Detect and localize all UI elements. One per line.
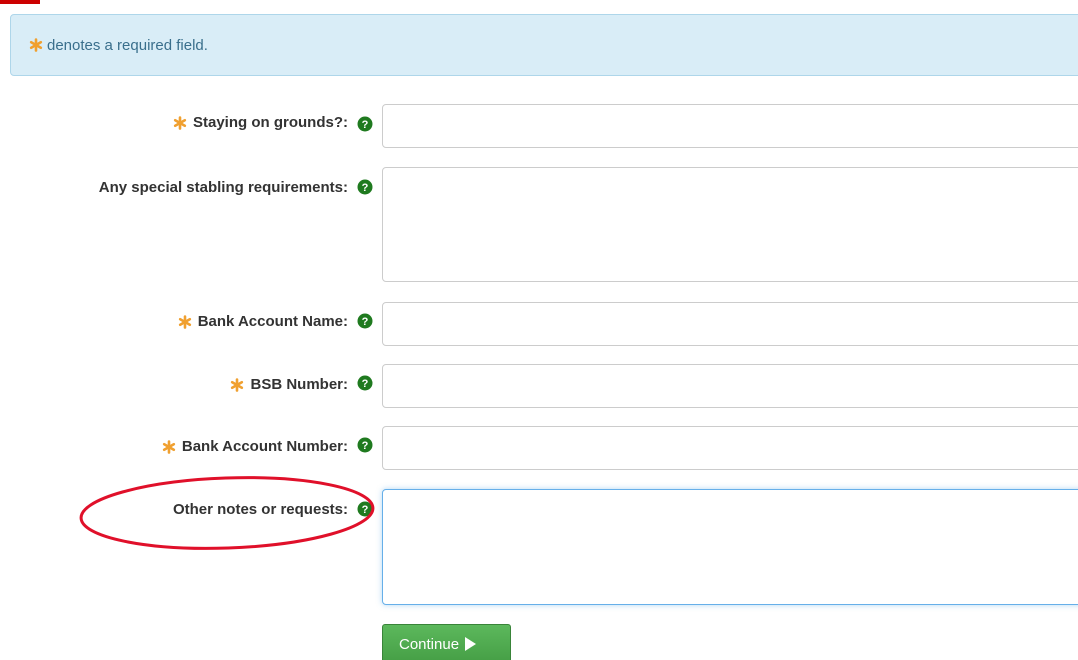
help-question-icon[interactable]: ? <box>357 313 373 329</box>
svg-text:?: ? <box>362 119 369 131</box>
svg-text:?: ? <box>362 378 369 390</box>
staying-on-grounds-label: Staying on grounds?: <box>173 114 348 131</box>
stabling-requirements-label: Any special stabling requirements: <box>99 179 348 196</box>
help-question-icon[interactable]: ? <box>357 179 373 195</box>
help-question-icon[interactable]: ? <box>357 437 373 453</box>
other-notes-label-text: Other notes or requests: <box>172 501 348 518</box>
required-asterisk-icon <box>162 439 175 454</box>
bank-account-number-input[interactable] <box>382 426 1078 470</box>
staying-on-grounds-input[interactable] <box>382 104 1078 148</box>
other-notes-label: Other notes or requests: <box>173 501 348 518</box>
required-asterisk-icon <box>173 115 187 130</box>
bank-account-name-input[interactable] <box>382 302 1078 346</box>
required-asterisk-icon <box>231 377 244 392</box>
bsb-number-input[interactable] <box>382 364 1078 408</box>
staying-on-grounds-label-text: Staying on grounds?: <box>193 114 348 131</box>
header-accent-bar <box>0 0 40 4</box>
continue-button[interactable]: Continue <box>382 624 511 660</box>
bank-account-number-label: Bank Account Number: <box>162 438 348 455</box>
continue-button-label: Continue <box>399 636 460 653</box>
bsb-number-label-text: BSB Number: <box>250 376 348 393</box>
required-asterisk-icon <box>178 314 191 329</box>
help-question-icon[interactable]: ? <box>357 116 373 132</box>
required-field-notice: denotes a required field. <box>10 14 1078 76</box>
help-question-icon[interactable]: ? <box>357 375 373 391</box>
svg-text:?: ? <box>362 504 369 516</box>
bank-account-name-label: Bank Account Name: <box>178 313 348 330</box>
asterisk-icon <box>29 38 43 52</box>
play-arrow-icon <box>465 637 477 651</box>
bsb-number-label: BSB Number: <box>230 376 348 393</box>
help-question-icon[interactable]: ? <box>357 501 373 517</box>
form-page: denotes a required field. Staying on gro… <box>0 0 1078 660</box>
required-notice-text: denotes a required field. <box>47 36 208 54</box>
svg-text:?: ? <box>362 316 369 328</box>
svg-text:?: ? <box>362 182 369 194</box>
other-notes-textarea[interactable] <box>382 489 1078 605</box>
bank-account-number-label-text: Bank Account Number: <box>181 438 348 455</box>
svg-text:?: ? <box>362 440 369 452</box>
stabling-requirements-textarea[interactable] <box>382 167 1078 282</box>
bank-account-name-label-text: Bank Account Name: <box>197 313 348 330</box>
stabling-requirements-label-text: Any special stabling requirements: <box>98 179 348 196</box>
